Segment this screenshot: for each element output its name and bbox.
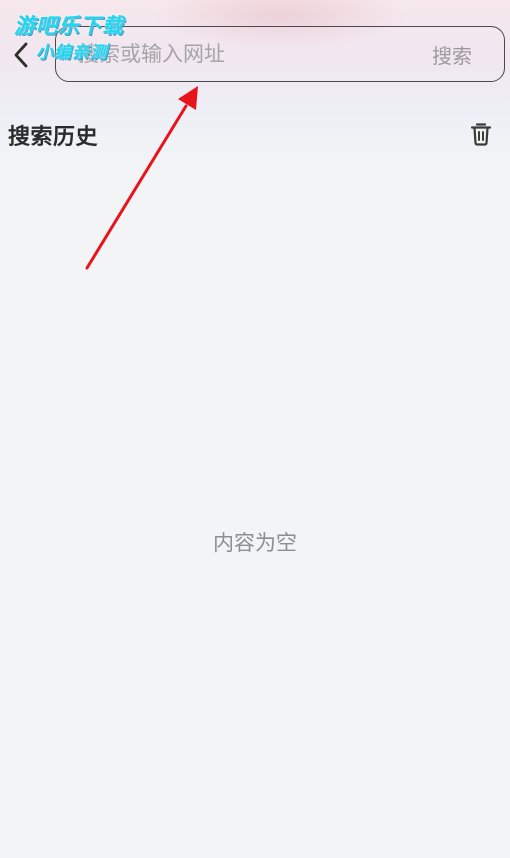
clear-history-button[interactable]: [469, 121, 493, 147]
search-button[interactable]: 搜索: [422, 40, 504, 69]
search-history-title: 搜索历史: [8, 125, 99, 150]
chevron-left-icon: [14, 42, 28, 68]
search-input[interactable]: [56, 42, 422, 66]
empty-state-text: 内容为空: [213, 531, 297, 555]
back-button[interactable]: [6, 38, 36, 72]
trash-icon: [470, 123, 492, 146]
search-bar: 搜索: [55, 26, 505, 82]
